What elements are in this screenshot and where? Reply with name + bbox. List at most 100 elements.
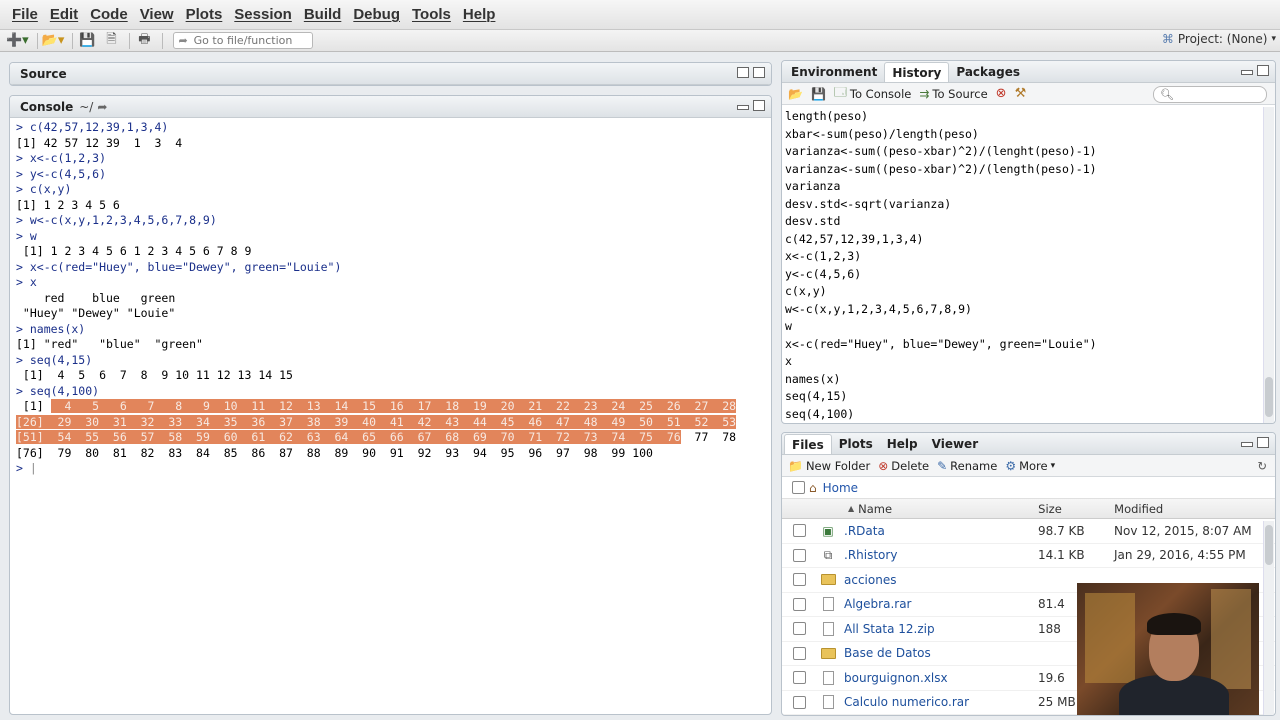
vertical-splitter[interactable] (773, 60, 780, 716)
minimize-pane-button[interactable] (1241, 70, 1253, 75)
go-to-file-input[interactable] (193, 34, 304, 47)
history-search-field[interactable]: 🔍︎ (1153, 86, 1267, 103)
file-checkbox[interactable] (793, 671, 806, 685)
maximize-pane-button[interactable] (753, 100, 765, 111)
file-name[interactable]: Base de Datos (844, 646, 1038, 660)
broom-icon[interactable]: ⚒ (1015, 86, 1027, 101)
file-name[interactable]: .RData (844, 524, 1038, 538)
history-entry[interactable]: varianza<-sum((peso-xbar)^2)/(lenght(pes… (785, 143, 1260, 161)
history-entry[interactable]: w (785, 318, 1260, 336)
tab-viewer[interactable]: Viewer (925, 434, 985, 454)
go-to-file-field[interactable]: ➦ (173, 32, 314, 49)
history-list[interactable]: length(peso) xbar<-sum(peso)/length(peso)… (782, 107, 1263, 423)
menu-plots[interactable]: Plots (180, 6, 229, 23)
open-file-icon[interactable]: 📂▾ (42, 32, 65, 50)
home-icon[interactable]: ⌂ (809, 481, 817, 495)
more-button[interactable]: ⚙ More ▾ (1005, 459, 1055, 473)
webcam-person-hair (1147, 613, 1201, 635)
file-checkbox[interactable] (793, 597, 806, 611)
file-row[interactable]: ⧉ .Rhistory 14.1 KB Jan 29, 2016, 4:55 PM (782, 544, 1275, 568)
select-all-checkbox[interactable] (792, 481, 805, 494)
history-entry[interactable]: varianza<-sum((peso-xbar)^2)/(length(pes… (785, 161, 1260, 179)
delete-button[interactable]: ⊗ Delete (878, 459, 929, 473)
tab-plots[interactable]: Plots (832, 434, 880, 454)
file-checkbox[interactable] (793, 646, 806, 660)
project-menu[interactable]: ⌘ Project: (None) ▾ (1162, 32, 1276, 46)
console-prompt[interactable]: > | (16, 461, 765, 477)
file-name[interactable]: Algebra.rar (844, 597, 1038, 611)
console-header[interactable]: Console ~/ ➦ (10, 96, 771, 118)
console-output[interactable]: > c(42,57,12,39,1,3,4) [1] 42 57 12 39 1 … (10, 118, 771, 714)
file-row[interactable]: ▣ .RData 98.7 KB Nov 12, 2015, 8:07 AM (782, 519, 1275, 544)
new-file-icon[interactable]: ➕▾ (6, 32, 29, 50)
menu-session[interactable]: Session (228, 6, 298, 23)
menu-help[interactable]: Help (457, 6, 502, 23)
file-name[interactable]: bourguignon.xlsx (844, 671, 1038, 685)
history-entry[interactable]: c(x,y) (785, 283, 1260, 301)
history-scrollbar[interactable] (1263, 107, 1274, 423)
menu-build[interactable]: Build (298, 6, 348, 23)
maximize-pane-button[interactable] (1257, 437, 1269, 448)
history-entry[interactable]: y<-c(4,5,6) (785, 266, 1260, 284)
column-name[interactable]: Name (858, 502, 1038, 516)
history-entry[interactable]: x<-c(1,2,3) (785, 248, 1260, 266)
refresh-icon[interactable]: ↻ (1257, 459, 1267, 473)
menu-tools[interactable]: Tools (406, 6, 457, 23)
file-name[interactable]: .Rhistory (844, 548, 1038, 562)
tab-packages[interactable]: Packages (949, 62, 1027, 82)
files-scrollbar-thumb[interactable] (1265, 525, 1273, 565)
file-checkbox[interactable] (793, 695, 806, 709)
history-entry[interactable]: x<-c(red="Huey", blue="Dewey", green="Lo… (785, 336, 1260, 354)
files-scrollbar[interactable] (1263, 521, 1274, 715)
save-history-icon[interactable]: 💾 (811, 87, 826, 101)
minimize-pane-button[interactable] (737, 105, 749, 110)
rename-button[interactable]: ✎ Rename (937, 459, 997, 473)
to-source-button[interactable]: ⇉ To Source (919, 87, 987, 101)
menu-file[interactable]: File (6, 6, 44, 23)
history-entry[interactable]: varianza (785, 178, 1260, 196)
file-name[interactable]: All Stata 12.zip (844, 622, 1038, 636)
menu-code[interactable]: Code (84, 6, 134, 23)
history-entry[interactable]: length(peso) (785, 108, 1260, 126)
to-console-button[interactable]: 🗔 To Console (834, 83, 911, 104)
column-modified[interactable]: Modified (1114, 502, 1163, 516)
maximize-pane-button[interactable] (1257, 65, 1269, 76)
breadcrumb-home[interactable]: Home (823, 481, 858, 495)
new-folder-button[interactable]: 📁 New Folder (788, 459, 870, 473)
history-entry[interactable]: desv.std (785, 213, 1260, 231)
menu-debug[interactable]: Debug (347, 6, 406, 23)
load-history-icon[interactable]: 📂 (788, 87, 803, 101)
history-entry[interactable]: c(42,57,12,39,1,3,4) (785, 231, 1260, 249)
save-all-icon[interactable]: 🗎 (101, 32, 121, 50)
maximize-pane-button[interactable] (753, 67, 765, 78)
menu-view[interactable]: View (134, 6, 180, 23)
source-header[interactable]: Source (10, 63, 771, 85)
remove-entry-icon[interactable]: ⊗ (996, 86, 1007, 101)
history-entry[interactable]: seq(4,100) (785, 406, 1260, 424)
file-checkbox[interactable] (793, 573, 806, 587)
tab-environment[interactable]: Environment (784, 62, 884, 82)
file-checkbox[interactable] (793, 524, 806, 538)
tab-files[interactable]: Files (784, 434, 832, 454)
history-entry[interactable]: w<-c(x,y,1,2,3,4,5,6,7,8,9) (785, 301, 1260, 319)
history-entry[interactable]: names(x) (785, 371, 1260, 389)
save-icon[interactable]: 💾 (77, 32, 97, 50)
print-icon[interactable]: 🖶 (134, 32, 154, 50)
history-entry[interactable]: xbar<-sum(peso)/length(peso) (785, 126, 1260, 144)
restore-pane-button[interactable] (737, 67, 749, 78)
history-entry[interactable]: seq(4,15) (785, 388, 1260, 406)
history-scrollbar-thumb[interactable] (1265, 377, 1273, 417)
go-to-dir-icon[interactable]: ➦ (97, 100, 107, 114)
file-name[interactable]: acciones (844, 573, 1038, 587)
file-name[interactable]: Calculo numerico.rar (844, 695, 1038, 709)
menu-edit[interactable]: Edit (44, 6, 84, 23)
tab-history[interactable]: History (884, 62, 950, 82)
history-entry[interactable]: x (785, 353, 1260, 371)
file-checkbox[interactable] (793, 622, 806, 636)
history-entry[interactable]: desv.std<-sqrt(varianza) (785, 196, 1260, 214)
column-size[interactable]: Size (1038, 502, 1114, 516)
tab-help[interactable]: Help (880, 434, 925, 454)
minimize-pane-button[interactable] (1241, 442, 1253, 447)
file-icon (820, 695, 836, 710)
file-checkbox[interactable] (793, 548, 806, 562)
